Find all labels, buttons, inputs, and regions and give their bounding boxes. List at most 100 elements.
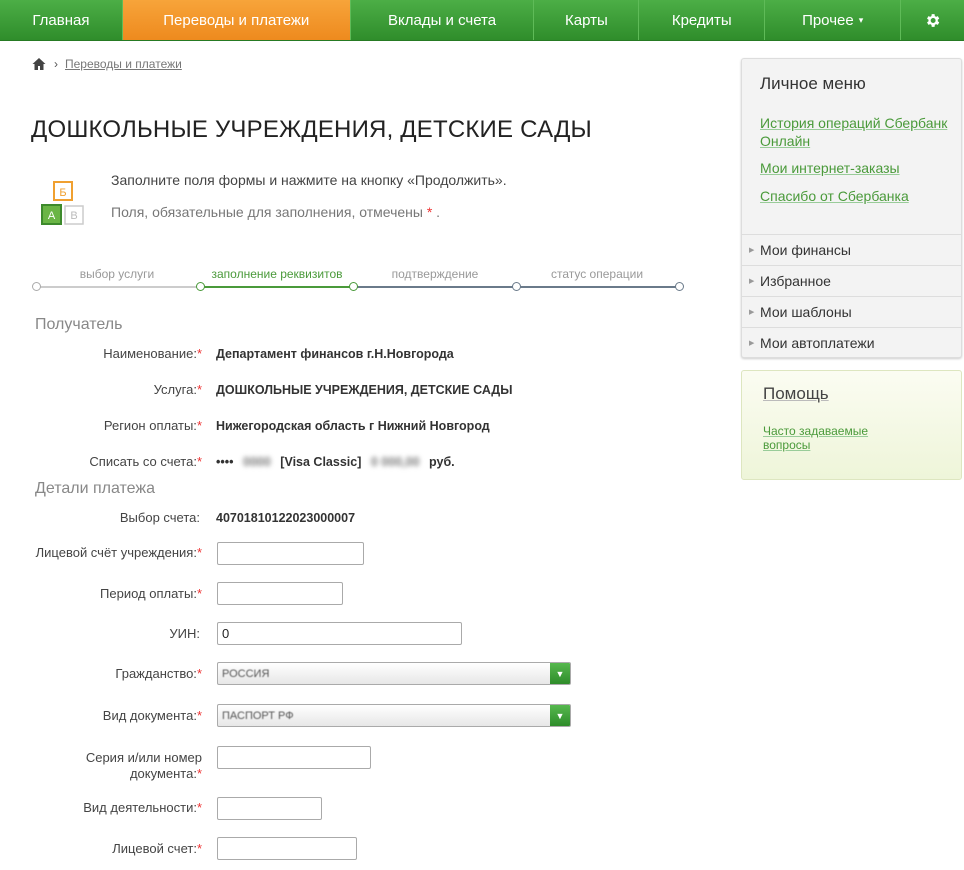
- breadcrumb: › Переводы и платежи: [32, 57, 182, 71]
- intro-instructions: Заполните поля формы и нажмите на кнопку…: [111, 172, 507, 188]
- card-balance-hidden: 0 000,00: [370, 455, 420, 469]
- label-text: Наименование:: [103, 346, 197, 361]
- card-type: [Visa Classic]: [280, 455, 362, 469]
- step-dot-1: [32, 282, 41, 291]
- intro-required-text: Поля, обязательные для заполнения, отмеч…: [111, 204, 423, 220]
- uin-input[interactable]: 0: [217, 622, 462, 645]
- label-activity-type: Вид деятельности:*: [83, 800, 202, 815]
- step-label-fill-details: заполнение реквизитов: [211, 267, 343, 281]
- block-letter-v: В: [70, 210, 77, 222]
- step-dot-2: [196, 282, 205, 291]
- step-label-confirm: подтверждение: [391, 267, 479, 281]
- label-account-choice: Выбор счета:: [119, 510, 200, 525]
- link-line1: Часто задаваемые: [763, 424, 869, 438]
- gear-icon: [927, 13, 940, 27]
- sidebar-item-favorites[interactable]: ▶ Избранное: [742, 265, 961, 296]
- required-mark: *: [196, 708, 202, 723]
- personal-account-input[interactable]: [217, 837, 357, 860]
- link-line2: вопросы: [763, 438, 811, 452]
- label-document-type: Вид документа:*: [103, 708, 202, 723]
- triangle-right-icon: ▶: [749, 247, 755, 254]
- personal-menu: Личное меню История операций Сбербанк Он…: [741, 58, 962, 358]
- personal-menu-title: Личное меню: [760, 74, 866, 93]
- card-number-hidden: 0000: [243, 455, 271, 469]
- required-mark: *: [426, 204, 433, 220]
- sidebar-item-label: Избранное: [760, 273, 831, 289]
- nav-item-credits[interactable]: Кредиты: [639, 0, 766, 40]
- document-number-input[interactable]: [217, 746, 371, 769]
- nav-item-home[interactable]: Главная: [0, 0, 123, 40]
- chevron-down-icon[interactable]: ▼: [550, 705, 570, 726]
- help-panel: Помощь Часто задаваемые вопросы: [741, 370, 962, 480]
- label-institution-account: Лицевой счёт учреждения:*: [36, 545, 202, 560]
- required-mark: *: [196, 841, 202, 856]
- nav-item-other[interactable]: Прочее ▾: [765, 0, 902, 40]
- label-text: Списать со счета:: [89, 454, 197, 469]
- institution-account-input[interactable]: [217, 542, 364, 565]
- sidebar-item-label: Мои финансы: [760, 242, 851, 258]
- breadcrumb-link-transfers[interactable]: Переводы и платежи: [65, 57, 182, 71]
- label-uin: УИН:: [169, 626, 200, 641]
- intro-required-note: Поля, обязательные для заполнения, отмеч…: [111, 204, 440, 220]
- label-text: Вид деятельности:: [83, 800, 197, 815]
- triangle-right-icon: ▶: [749, 278, 755, 285]
- sidebar-item-label: Мои шаблоны: [760, 304, 852, 320]
- label-text: Регион оплаты:: [103, 418, 197, 433]
- sidebar-link-spasibo[interactable]: Спасибо от Сбербанка: [760, 187, 909, 205]
- sidebar-link-operations-history[interactable]: История операций Сбербанк Онлайн: [760, 114, 947, 150]
- nav-item-cards[interactable]: Карты: [534, 0, 640, 40]
- required-mark: *: [196, 586, 202, 601]
- step-line-4: [520, 286, 680, 288]
- intro-required-dot: .: [436, 204, 441, 220]
- faq-link[interactable]: Часто задаваемые вопросы: [763, 424, 868, 452]
- step-label-select-service: выбор услуги: [79, 267, 155, 281]
- citizenship-select[interactable]: РОССИЯ ▼: [217, 662, 571, 685]
- sidebar-item-autopayments[interactable]: ▶ Мои автоплатежи: [742, 327, 961, 358]
- step-line-2: [204, 286, 353, 288]
- value-account-number: 40701810122023000007: [216, 511, 356, 525]
- section-payment-details-title: Детали платежа: [35, 480, 155, 497]
- label-text: Лицевой счет:: [112, 841, 197, 856]
- required-mark: *: [196, 418, 202, 433]
- block-letter-a: А: [48, 210, 56, 222]
- sidebar-item-my-finances[interactable]: ▶ Мои финансы: [742, 234, 961, 265]
- block-letter-b: Б: [59, 187, 66, 199]
- required-mark: *: [196, 454, 202, 469]
- link-line2: Онлайн: [760, 133, 811, 149]
- required-mark: *: [196, 545, 202, 560]
- value-service: ДОШКОЛЬНЫЕ УЧРЕЖДЕНИЯ, ДЕТСКИЕ САДЫ: [216, 383, 513, 397]
- step-dot-5: [675, 282, 684, 291]
- label-personal-account: Лицевой счет:*: [112, 841, 202, 856]
- nav-item-other-label: Прочее: [802, 11, 854, 29]
- nav-item-transfers[interactable]: Переводы и платежи: [122, 0, 351, 40]
- citizenship-selected-value: РОССИЯ: [222, 668, 270, 680]
- label-service: Услуга:*: [154, 382, 202, 397]
- payment-period-input[interactable]: [217, 582, 343, 605]
- help-title[interactable]: Помощь: [763, 384, 829, 404]
- chevron-down-icon: ▾: [858, 14, 864, 25]
- step-line-3: [357, 286, 517, 288]
- label-region: Регион оплаты:*: [104, 418, 202, 433]
- label-text: Период оплаты:: [100, 586, 197, 601]
- value-recipient-name: Департамент финансов г.Н.Новгорода: [216, 347, 454, 361]
- label-debit-account: Списать со счета:*: [89, 454, 202, 469]
- card-currency: руб.: [429, 455, 455, 469]
- step-dot-3: [349, 282, 358, 291]
- link-line1: История операций Сбербанк: [760, 115, 948, 131]
- label-text-line2: документа:*: [86, 766, 202, 782]
- chevron-down-icon[interactable]: ▼: [550, 663, 570, 684]
- label-document-number: Серия и/или номер документа:*: [86, 750, 202, 782]
- sidebar-item-templates[interactable]: ▶ Мои шаблоны: [742, 296, 961, 327]
- settings-button[interactable]: [901, 0, 964, 40]
- label-text: Гражданство:: [115, 666, 197, 681]
- required-mark: *: [196, 766, 202, 781]
- document-type-select[interactable]: ПАСПОРТ РФ ▼: [217, 704, 571, 727]
- step-line-1: [40, 286, 200, 288]
- activity-type-input[interactable]: [217, 797, 322, 820]
- required-mark: *: [196, 666, 202, 681]
- sidebar-link-internet-orders[interactable]: Мои интернет-заказы: [760, 159, 900, 177]
- progress-steps: выбор услуги заполнение реквизитов подтв…: [32, 265, 684, 295]
- home-icon[interactable]: [32, 57, 46, 71]
- label-recipient-name: Наименование:*: [103, 346, 202, 361]
- nav-item-deposits[interactable]: Вклады и счета: [351, 0, 535, 40]
